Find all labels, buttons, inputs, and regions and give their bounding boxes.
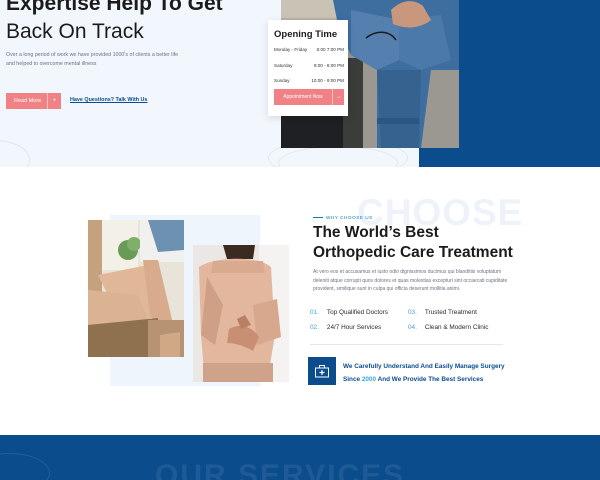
hero-title-line2: Back On Track — [6, 20, 144, 43]
hero-title-line1: Expertise Help To Get — [6, 0, 223, 15]
opening-time-card: Opening Time Monday - Friday 6:00 7:00 P… — [268, 20, 348, 116]
wave-decoration — [0, 140, 30, 167]
feature-label: 24/7 Hour Services — [326, 324, 382, 331]
why-title-line1: The World’s Best — [313, 224, 439, 241]
read-more-label: Read More — [14, 98, 42, 104]
opening-hours: 9:00 - 8:00 PM — [313, 63, 344, 68]
feature-item: 04. Clean & Modern Clinic — [408, 324, 488, 331]
feature-label: Trusted Treatment — [424, 309, 477, 316]
why-choose-tag-label: WHY CHOOSE US — [326, 215, 373, 220]
hero-description: Over a long period of work we have provi… — [6, 52, 179, 67]
opening-hours: 6:00 7:00 PM — [316, 47, 344, 52]
feature-item: 02. 24/7 Hour Services — [310, 324, 381, 331]
surgery-suffix: And We Provide The Best Services — [376, 375, 484, 383]
surgery-line2: Since 2000 And We Provide The Best Servi… — [343, 374, 513, 387]
why-title-line2: Orthopedic Care Treatment — [313, 244, 513, 262]
read-more-button[interactable]: Read More + — [6, 93, 61, 109]
opening-day: Sunday — [274, 78, 290, 83]
opening-hours: 10:00 - 9:00 PM — [311, 78, 344, 83]
plus-icon: + — [47, 93, 61, 109]
why-choose-tag: WHY CHOOSE US — [313, 215, 373, 220]
opening-row: Sunday 10:00 - 9:00 PM — [274, 78, 344, 83]
appointment-button[interactable]: Appointment Now → — [274, 89, 344, 105]
talk-with-us-link[interactable]: Have Questions? Talk With Us — [70, 97, 147, 103]
feature-item: 01. Top Qualified Doctors — [310, 309, 388, 316]
feature-number: 02. — [310, 324, 319, 331]
surgery-line1: We Carefully Understand And Easily Manag… — [343, 363, 505, 370]
therapy-photo — [88, 220, 184, 357]
feature-label: Clean & Modern Clinic — [424, 324, 489, 331]
surgery-statement: We Carefully Understand And Easily Manag… — [343, 361, 513, 386]
back-pain-photo — [193, 245, 289, 382]
opening-day: Monday - Friday — [274, 47, 308, 52]
feature-number: 01. — [310, 309, 319, 316]
leg-therapy-illustration — [88, 220, 184, 357]
why-title-rest: Care Treatment — [395, 244, 513, 261]
back-pain-illustration — [193, 245, 289, 382]
feature-number: 04. — [408, 324, 417, 331]
section-divider — [310, 344, 503, 345]
surgery-year: 2000 — [361, 375, 377, 383]
arrow-right-icon: → — [332, 89, 344, 105]
wave-decoration — [0, 453, 50, 480]
feature-label: Top Qualified Doctors — [326, 309, 388, 316]
opening-time-title: Opening Time — [274, 29, 338, 40]
opening-row: Saturday 9:00 - 8:00 PM — [274, 63, 344, 68]
services-background-word: OUR SERVICES — [155, 459, 406, 480]
surgery-icon-box — [308, 357, 336, 385]
opening-day: Saturday — [274, 63, 293, 68]
hero-section: Expertise Help To Get Back On Track Over… — [0, 0, 600, 167]
surgery-prefix: Since — [343, 375, 362, 383]
why-title-bold: Orthopedic — [313, 244, 396, 261]
feature-item: 03. Trusted Treatment — [408, 309, 477, 316]
feature-number: 03. — [408, 309, 417, 316]
services-section: OUR SERVICES — [0, 435, 600, 480]
appointment-label: Appointment Now — [283, 94, 323, 100]
tag-line — [313, 217, 323, 218]
why-description: At vero eos et accusamus et iusto odio d… — [313, 269, 508, 292]
opening-row: Monday - Friday 6:00 7:00 PM — [274, 47, 344, 52]
medical-kit-icon — [315, 365, 329, 378]
